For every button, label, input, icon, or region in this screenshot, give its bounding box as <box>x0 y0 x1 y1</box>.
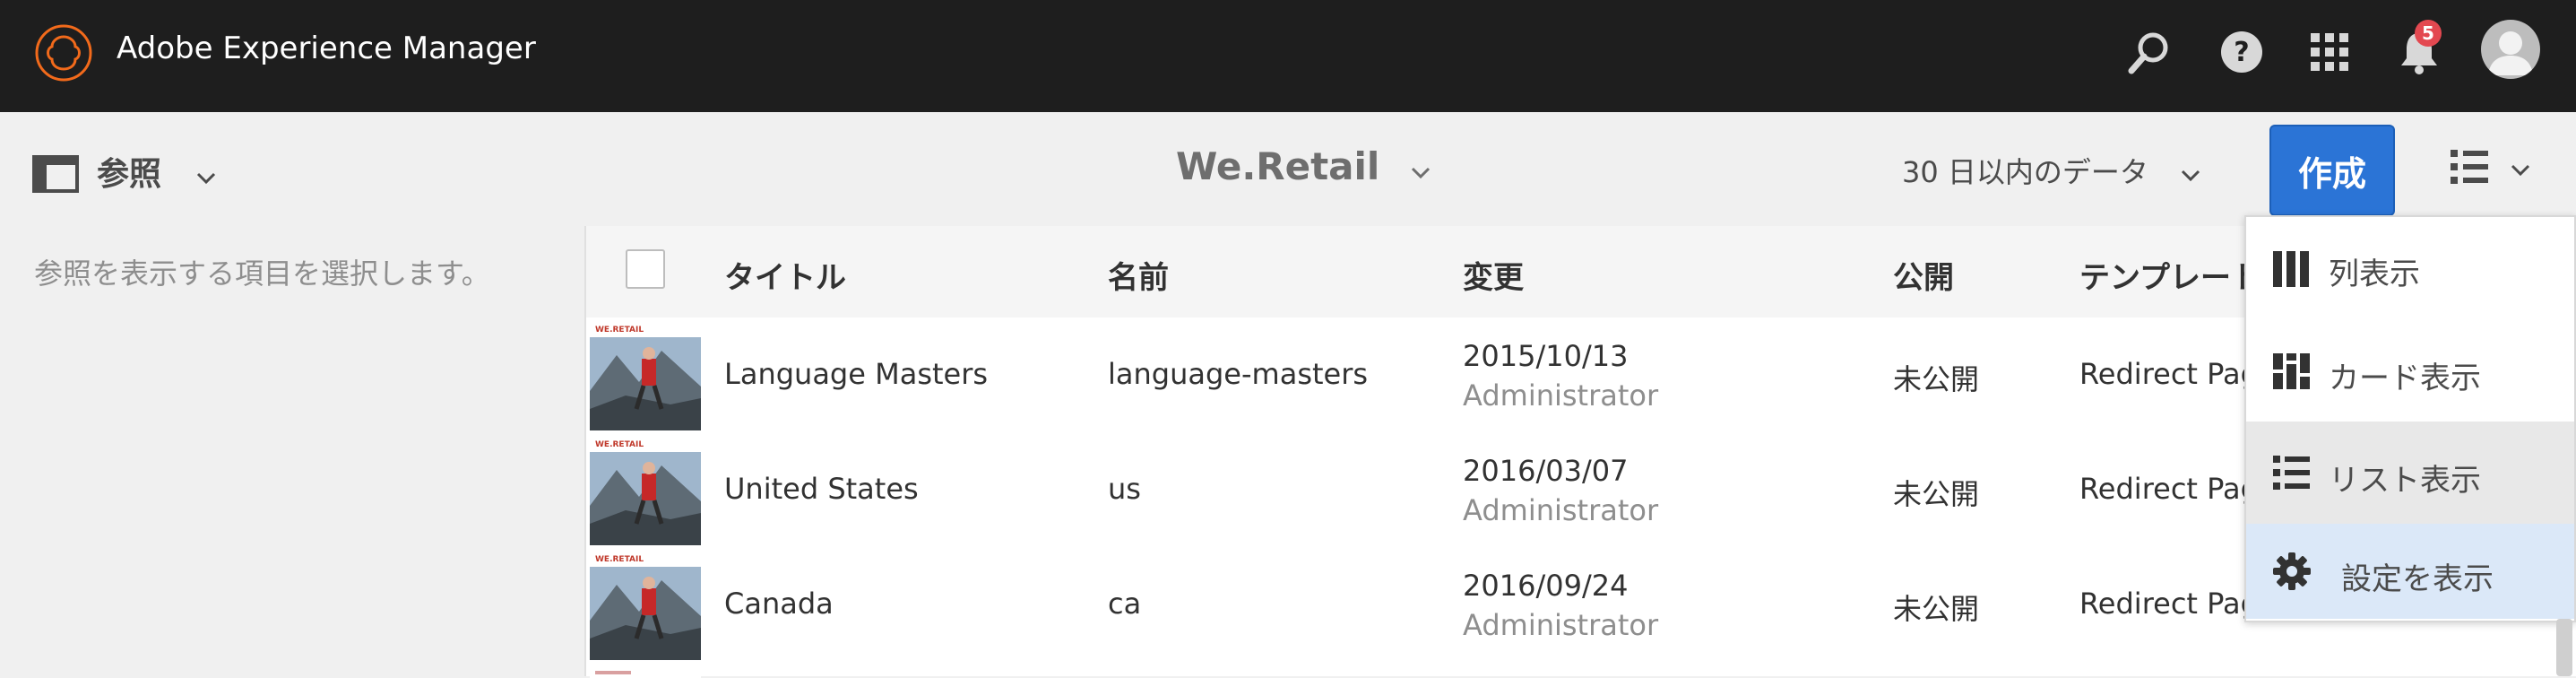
rail-label: 参照 <box>97 156 162 193</box>
chevron-down-icon <box>1411 144 1431 188</box>
menu-item-view-settings[interactable]: 設定を表示 <box>2246 524 2574 619</box>
row-modified-by: Administrator <box>1463 378 1659 413</box>
column-header-modified[interactable]: 変更 <box>1463 253 1524 297</box>
thumbnail-brand: WE.RETAIL <box>595 326 644 335</box>
menu-item-label: リスト表示 <box>2329 463 2481 499</box>
user-avatar-icon[interactable] <box>2481 20 2540 79</box>
help-icon[interactable]: ? <box>2214 24 2269 80</box>
rail-selector[interactable]: 参照 <box>97 148 216 195</box>
column-header-title[interactable]: タイトル <box>724 253 846 297</box>
svg-text:?: ? <box>2234 37 2249 68</box>
page-thumbnail[interactable]: WE.RETAIL <box>590 549 701 660</box>
row-modified-by: Administrator <box>1463 608 1659 642</box>
notification-badge: 5 <box>2415 20 2442 47</box>
date-filter-dropdown[interactable]: 30 日以内のデータ <box>1902 150 2200 191</box>
breadcrumb-title[interactable]: We.Retail <box>1176 144 1431 188</box>
side-rail: 参照を表示する項目を選択します。 <box>0 226 586 676</box>
list-view-icon <box>2449 150 2494 189</box>
row-published: 未公開 <box>1893 477 1980 511</box>
menu-item-list-view[interactable]: リスト表示 <box>2246 422 2574 524</box>
column-header-template[interactable]: テンプレート <box>2079 253 2261 297</box>
row-name: ca <box>1108 587 1142 621</box>
chevron-down-icon <box>2181 155 2200 189</box>
thumbnail-brand: WE.RETAIL <box>595 440 644 449</box>
aem-logo-icon[interactable] <box>34 23 93 83</box>
select-all-checkbox[interactable] <box>626 249 665 289</box>
table-row[interactable] <box>586 662 2576 678</box>
gear-icon <box>2271 551 2312 595</box>
row-title: United States <box>724 472 919 506</box>
column-header-name[interactable]: 名前 <box>1108 253 1169 297</box>
row-modified-by: Administrator <box>1463 493 1659 527</box>
row-title: Canada <box>724 587 834 621</box>
row-name: us <box>1108 472 1141 506</box>
menu-item-label: 列表示 <box>2329 256 2420 292</box>
row-published: 未公開 <box>1893 592 1980 626</box>
column-view-icon <box>2271 251 2311 291</box>
row-name: language-masters <box>1108 357 1369 391</box>
column-header-published[interactable]: 公開 <box>1893 253 1954 297</box>
rail-empty-message: 参照を表示する項目を選択します。 <box>34 256 490 291</box>
search-icon[interactable] <box>2122 24 2178 80</box>
page-thumbnail[interactable]: WE.RETAIL <box>590 319 701 430</box>
thumbnail-brand: WE.RETAIL <box>595 555 644 564</box>
create-button[interactable]: 作成 <box>2269 125 2395 216</box>
list-view-icon <box>2271 454 2311 495</box>
chevron-down-icon <box>196 156 216 193</box>
breadcrumb-label: We.Retail <box>1176 144 1380 188</box>
menu-item-label: カード表示 <box>2329 361 2481 396</box>
rail-toggle-icon[interactable] <box>32 155 79 196</box>
menu-item-column-view[interactable]: 列表示 <box>2246 217 2574 319</box>
apps-grid-icon[interactable] <box>2302 24 2357 80</box>
row-modified-date: 2015/10/13 <box>1463 339 1629 373</box>
chevron-down-icon <box>2511 163 2530 180</box>
app-title[interactable]: Adobe Experience Manager <box>117 30 536 66</box>
action-bar: 参照 We.Retail 30 日以内のデータ 作成 <box>0 112 2576 228</box>
card-view-icon <box>2271 352 2311 395</box>
view-switcher-button[interactable] <box>2449 148 2530 189</box>
row-published: 未公開 <box>1893 362 1980 396</box>
row-modified-date: 2016/09/24 <box>1463 569 1629 603</box>
date-filter-label: 30 日以内のデータ <box>1902 155 2148 189</box>
vertical-scrollbar[interactable] <box>2556 619 2572 676</box>
menu-item-card-view[interactable]: カード表示 <box>2246 319 2574 422</box>
page-thumbnail[interactable]: WE.RETAIL <box>590 434 701 545</box>
row-modified-date: 2016/03/07 <box>1463 454 1629 488</box>
row-title: Language Masters <box>724 357 989 391</box>
top-bar: Adobe Experience Manager ? 5 <box>0 0 2576 112</box>
menu-item-label: 設定を表示 <box>2341 561 2494 597</box>
view-switcher-popover: 列表示 カード表示 リスト表示 設定を表示 <box>2244 215 2576 622</box>
